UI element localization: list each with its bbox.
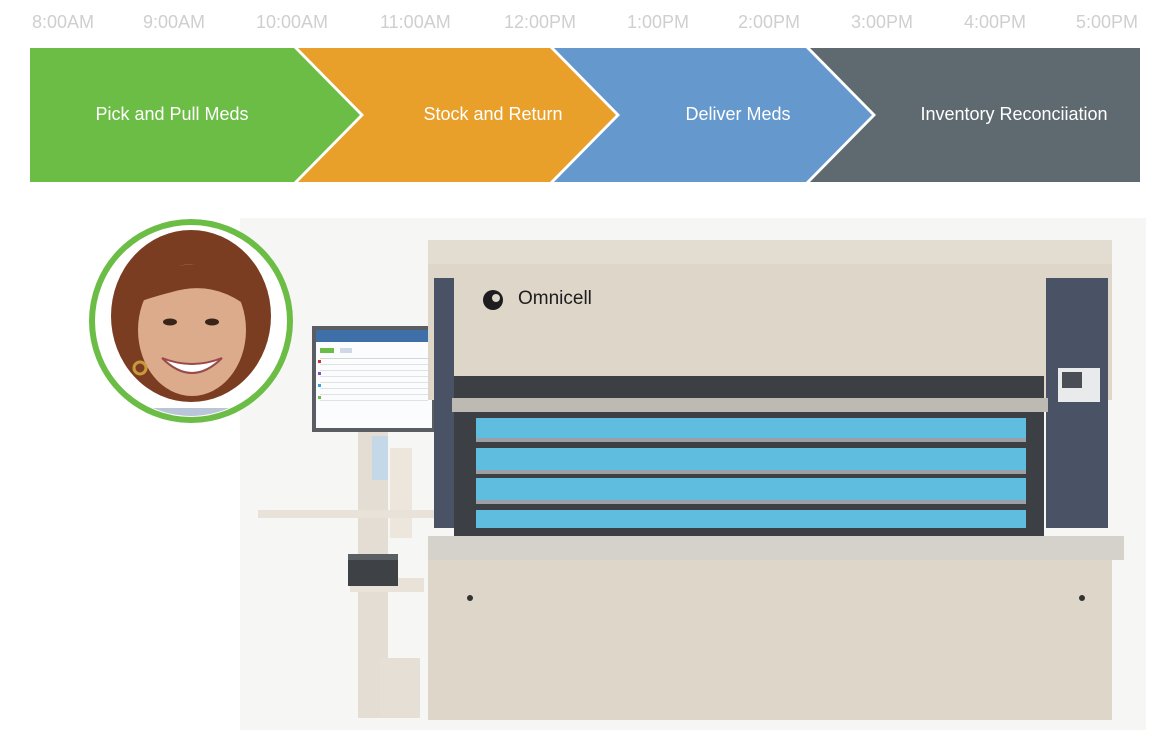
- stage-label-deliver: Deliver Meds: [685, 104, 791, 124]
- time-label: 10:00AM: [256, 12, 329, 32]
- drawer-rows: [476, 418, 1026, 528]
- avatar-portrait: [89, 219, 293, 423]
- staff-avatar: [88, 218, 294, 424]
- machine-illustration: [258, 240, 1124, 720]
- time-label: 3:00PM: [851, 12, 914, 32]
- time-label: 5:00PM: [1076, 12, 1139, 32]
- timeline: 8:00AM 9:00AM 10:00AM 11:00AM 12:00PM 1:…: [0, 8, 1162, 38]
- workstation-monitor: [312, 326, 436, 432]
- machine-photo: Omnicell: [240, 218, 1146, 730]
- stage-label-inventory: Inventory Reconciiation: [920, 104, 1108, 124]
- time-label: 9:00AM: [143, 12, 206, 32]
- stage-label-stock: Stock and Return: [423, 104, 563, 124]
- time-label: 8:00AM: [32, 12, 95, 32]
- time-label: 11:00AM: [380, 12, 451, 32]
- stage-label-pick: Pick and Pull Meds: [95, 104, 249, 124]
- time-label: 2:00PM: [738, 12, 801, 32]
- machine-brand-label: Omnicell: [518, 288, 592, 309]
- process-flow: Pick and Pull Meds Stock and Return Deli…: [30, 46, 1140, 184]
- time-label: 12:00PM: [504, 12, 577, 32]
- time-label: 1:00PM: [627, 12, 690, 32]
- time-label: 4:00PM: [964, 12, 1027, 32]
- printer: [348, 554, 398, 586]
